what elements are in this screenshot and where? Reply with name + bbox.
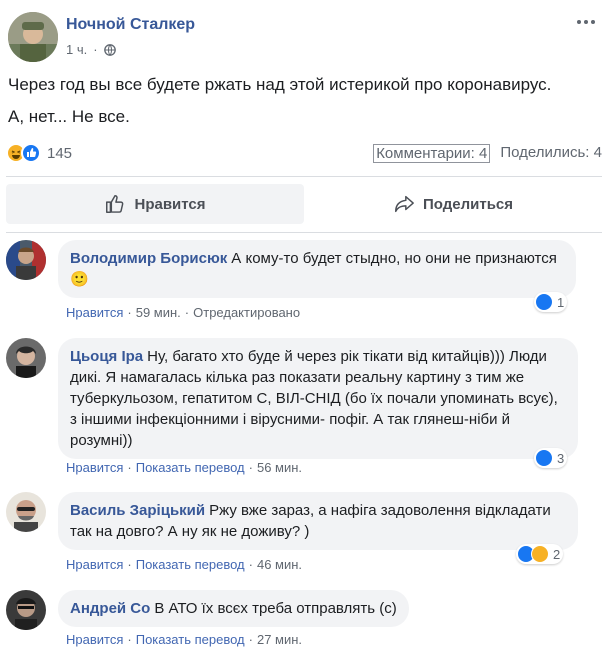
post-text-line-1: Через год вы все будете ржать над этой и… (8, 75, 552, 94)
post-action-bar: Нравится Поделиться (6, 184, 602, 224)
comment-actions: Нравится · Показать перевод · 27 мин. (66, 632, 302, 647)
post-time[interactable]: 1 ч. (66, 42, 87, 57)
share-button-label: Поделиться (422, 195, 514, 213)
like-button[interactable]: Нравится (6, 184, 304, 224)
thumbs-up-icon (106, 195, 124, 213)
commenter-name[interactable]: Андрей Со (70, 600, 150, 617)
post-stats: 145 Комментарии: 4 Поделились: 4 (6, 143, 602, 165)
comment-text: Ну, багато хто буде й через рік тікати в… (70, 348, 558, 449)
comment-bubble: Василь Заріцький Ржу вже зараз, а нафіга … (58, 492, 578, 550)
edited-label: Отредактировано (193, 305, 301, 320)
share-button[interactable]: Поделиться (304, 184, 602, 224)
post-header: Ночной Сталкер 1 ч. · (8, 8, 608, 68)
post-meta: 1 ч. · (66, 42, 116, 57)
comment-reaction-count: 3 (557, 450, 565, 466)
translate-link[interactable]: Показать перевод (136, 632, 245, 647)
more-options-button[interactable] (574, 14, 598, 30)
commenter-avatar[interactable] (6, 590, 46, 630)
share-arrow-icon (395, 195, 414, 213)
dot-separator: · (248, 460, 253, 475)
comment: Володимир Борисюк А кому-то будет стыдно,… (6, 240, 602, 324)
reaction-count: 145 (47, 144, 73, 162)
comment-actions: Нравится · 59 мин. · Отредактировано (66, 305, 300, 320)
like-reaction-icon (535, 449, 553, 467)
comment-bubble: Андрей Со В АТО їх всєх треба отправлять … (58, 590, 409, 627)
comments-count-link[interactable]: Комментарии: 4 (373, 144, 491, 163)
dot-separator: · (248, 557, 253, 572)
stats-links: Комментарии: 4 Поделились: 4 (373, 144, 602, 163)
reaction-summary[interactable]: 145 (6, 143, 72, 163)
dot-separator: · (127, 557, 132, 572)
translate-link[interactable]: Показать перевод (136, 557, 245, 572)
like-reaction-icon (535, 293, 553, 311)
comment-like-link[interactable]: Нравится (66, 632, 123, 647)
comment-text: В АТО їх всєх треба отправлять (с) (154, 600, 397, 617)
shares-count-link[interactable]: Поделились: 4 (500, 144, 602, 163)
translate-link[interactable]: Показать перевод (136, 460, 245, 475)
comment-like-link[interactable]: Нравится (66, 460, 123, 475)
comment-reactions[interactable]: 2 (516, 544, 564, 564)
comment-time[interactable]: 59 мин. (136, 305, 181, 320)
comment-bubble: Володимир Борисюк А кому-то будет стыдно,… (58, 240, 576, 298)
dot (584, 20, 588, 24)
commenter-name[interactable]: Цьоця Іра (70, 348, 143, 365)
haha-reaction-icon (531, 545, 549, 563)
dot-separator: · (127, 632, 132, 647)
dot (591, 20, 595, 24)
comment-reaction-count: 1 (557, 294, 565, 310)
dot-separator: · (127, 305, 132, 320)
globe-icon (103, 43, 116, 56)
comment-time[interactable]: 56 мин. (257, 460, 302, 475)
author-name[interactable]: Ночной Сталкер (66, 16, 195, 34)
comment-reactions[interactable]: 3 (534, 448, 568, 468)
commenter-name[interactable]: Василь Заріцький (70, 502, 205, 519)
meta-dot: · (93, 42, 98, 57)
dot-separator: · (127, 460, 132, 475)
comment: Цьоця Іра Ну, багато хто буде й через рік… (6, 338, 602, 478)
like-reaction-icon (21, 143, 41, 163)
comment-time[interactable]: 46 мин. (257, 557, 302, 572)
dot-separator: · (248, 632, 253, 647)
comment-bubble: Цьоця Іра Ну, багато хто буде й через рік… (58, 338, 578, 459)
divider (6, 176, 602, 177)
comment-time[interactable]: 27 мин. (257, 632, 302, 647)
dot (577, 20, 581, 24)
comment-actions: Нравится · Показать перевод · 56 мин. (66, 460, 302, 475)
commenter-avatar[interactable] (6, 492, 46, 532)
comment-like-link[interactable]: Нравится (66, 557, 123, 572)
comment: Андрей Со В АТО їх всєх треба отправлять … (6, 590, 602, 650)
commenter-name[interactable]: Володимир Борисюк (70, 250, 227, 267)
commenter-avatar[interactable] (6, 240, 46, 280)
comment-actions: Нравится · Показать перевод · 46 мин. (66, 557, 302, 572)
post-text-line-2: А, нет... Не все. (8, 107, 130, 126)
author-avatar[interactable] (8, 12, 58, 62)
like-button-label: Нравится (134, 195, 206, 213)
dot-separator: · (184, 305, 190, 320)
comment: Василь Заріцький Ржу вже зараз, а нафіга … (6, 492, 602, 576)
divider (6, 232, 602, 233)
comment-like-link[interactable]: Нравится (66, 305, 123, 320)
comment-reactions[interactable]: 1 (534, 292, 568, 312)
comment-reaction-count: 2 (553, 546, 561, 562)
commenter-avatar[interactable] (6, 338, 46, 378)
